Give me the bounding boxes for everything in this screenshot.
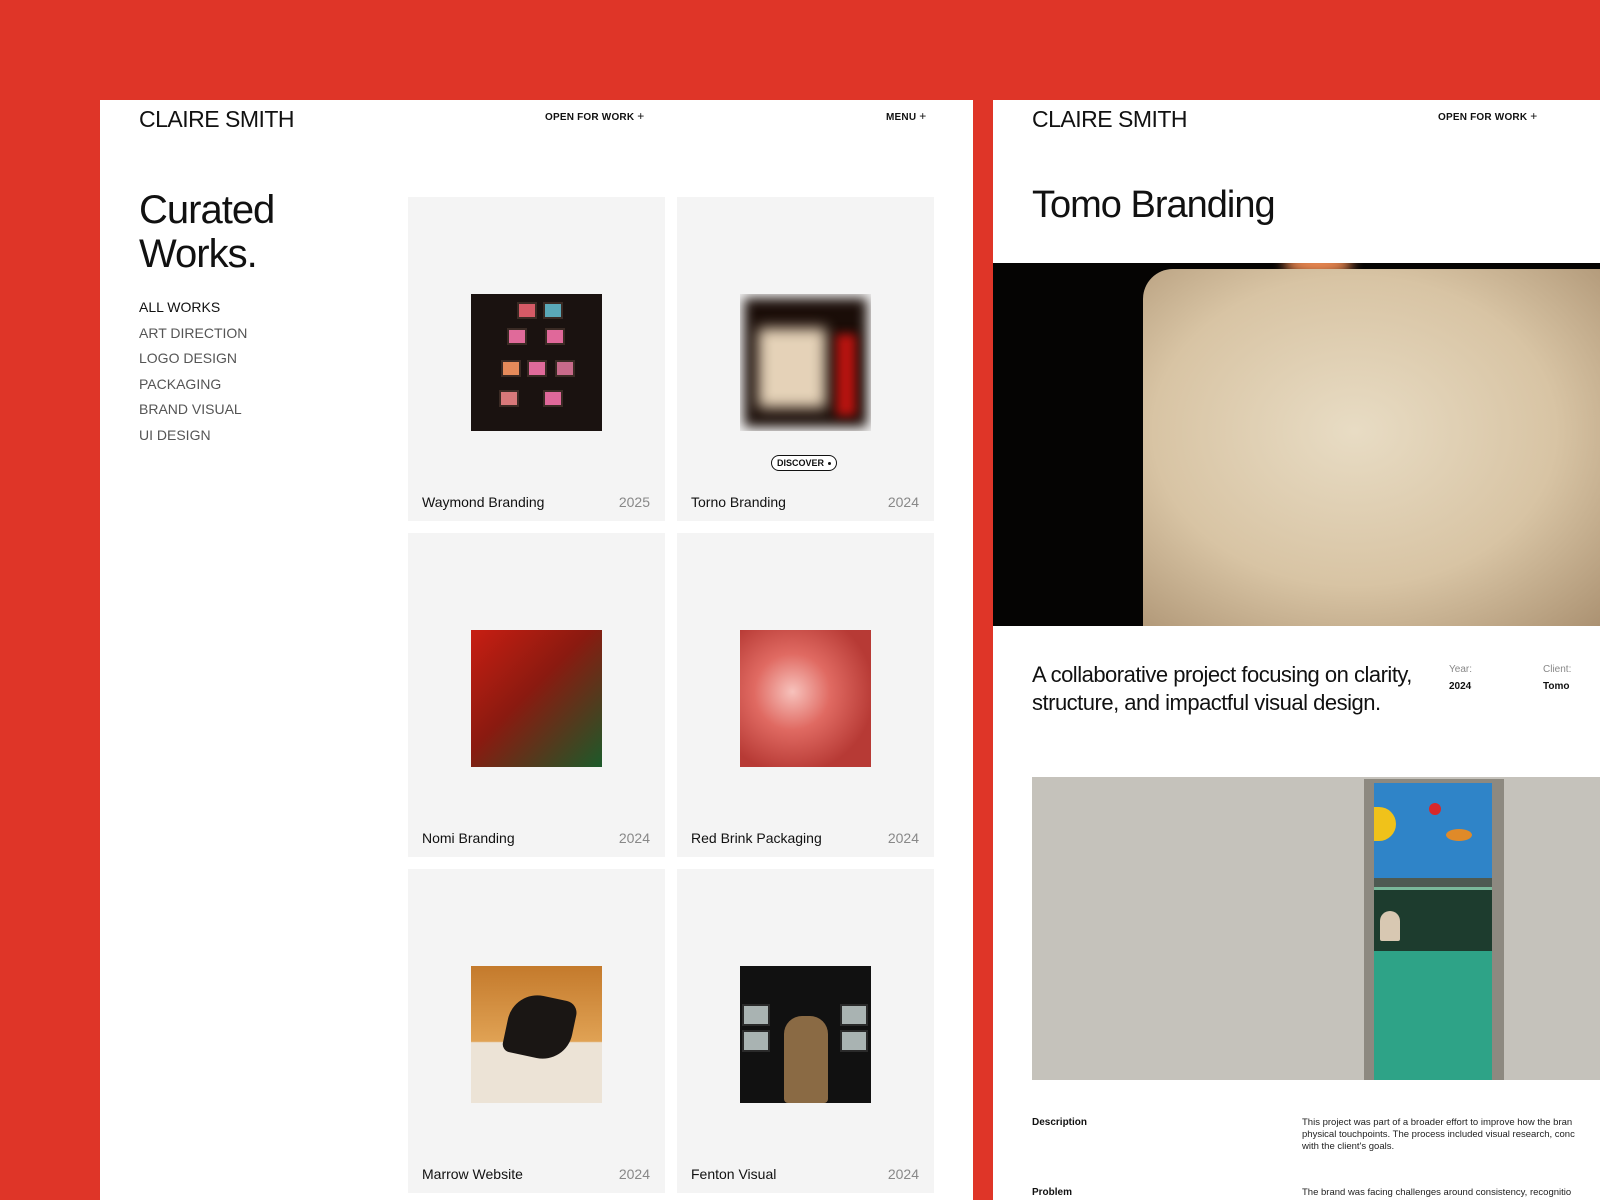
mural-fish-shape <box>1446 829 1472 841</box>
project-year: 2024 <box>887 830 919 846</box>
project-year: 2024 <box>618 830 650 846</box>
problem-text: The brand was facing challenges around c… <box>1302 1187 1572 1198</box>
project-title: Tomo Branding <box>1032 184 1276 226</box>
candle-shape <box>758 328 826 408</box>
filter-brand-visual[interactable]: BRAND VISUAL <box>139 401 247 427</box>
dot-icon <box>828 461 832 465</box>
description-line: This project was part of a broader effor… <box>1302 1117 1573 1128</box>
year-value: 2024 <box>1449 681 1472 692</box>
project-detail-page: CLAIRE SMITH OPEN FOR WORK + Tomo Brandin… <box>993 100 1600 1200</box>
project-year: 2024 <box>887 494 919 510</box>
taxi-body-shape <box>1374 951 1492 1080</box>
red-accent-shape <box>836 334 856 416</box>
mural-heart-shape <box>1429 803 1441 815</box>
project-card-nomi[interactable]: Nomi Branding 2024 <box>408 533 665 857</box>
site-logo[interactable]: CLAIRE SMITH <box>1032 106 1188 133</box>
project-thumbnail <box>471 966 602 1103</box>
description-line: physical touchpoints. The process includ… <box>1302 1129 1575 1140</box>
discover-label: DISCOVER <box>777 458 825 468</box>
window-view <box>1374 783 1492 1080</box>
project-name: Red Brink Packaging <box>691 830 822 846</box>
project-year: 2025 <box>618 494 650 510</box>
filter-art-direction[interactable]: ART DIRECTION <box>139 325 247 351</box>
project-thumbnail <box>471 630 602 767</box>
open-for-work-label: OPEN FOR WORK <box>1438 112 1528 123</box>
plus-icon: + <box>919 109 927 123</box>
discover-button[interactable]: DISCOVER <box>771 455 838 471</box>
page-title-line-2: Works. <box>139 232 258 276</box>
plus-icon: + <box>637 109 645 123</box>
project-client-meta: Client: Tomo <box>1543 664 1571 692</box>
filter-logo-design[interactable]: LOGO DESIGN <box>139 350 247 376</box>
project-year: 2024 <box>618 1166 650 1182</box>
project-name: Torno Branding <box>691 494 786 510</box>
project-thumbnail <box>740 966 871 1103</box>
person-shape <box>784 1016 828 1103</box>
figure-shape <box>501 989 579 1065</box>
project-thumbnail <box>740 294 871 431</box>
project-card-torno[interactable]: DISCOVER Torno Branding 2024 <box>677 197 934 521</box>
problem-label: Problem <box>1032 1187 1073 1198</box>
project-card-red-brink[interactable]: Red Brink Packaging 2024 <box>677 533 934 857</box>
project-name: Waymond Branding <box>422 494 545 510</box>
tv-shape <box>742 1004 770 1026</box>
filter-all-works[interactable]: ALL WORKS <box>139 299 247 325</box>
year-label: Year: <box>1449 664 1472 675</box>
project-card-fenton[interactable]: Fenton Visual 2024 <box>677 869 934 1193</box>
project-card-waymond[interactable]: Waymond Branding 2025 <box>408 197 665 521</box>
project-thumbnail <box>471 294 602 431</box>
plus-icon: + <box>1530 109 1538 123</box>
works-page: CLAIRE SMITH OPEN FOR WORK + MENU + Curate… <box>100 100 973 1200</box>
project-lead-text: A collaborative project focusing on clar… <box>1032 662 1412 715</box>
menu-label: MENU <box>886 112 917 123</box>
tv-shape <box>742 1030 770 1052</box>
page-title: Curated Works. <box>139 188 275 276</box>
hero-image <box>993 263 1600 626</box>
description-line: with the client's goals. <box>1302 1141 1395 1152</box>
project-year: 2024 <box>887 1166 919 1182</box>
filter-ui-design[interactable]: UI DESIGN <box>139 427 247 453</box>
description-label: Description <box>1032 1117 1088 1128</box>
project-thumbnail <box>740 630 871 767</box>
menu-button[interactable]: MENU + <box>886 109 926 123</box>
project-name: Fenton Visual <box>691 1166 777 1182</box>
project-card-marrow[interactable]: Marrow Website 2024 <box>408 869 665 1193</box>
driver-shape <box>1380 911 1400 941</box>
open-for-work-link[interactable]: OPEN FOR WORK + <box>545 109 644 123</box>
project-name: Marrow Website <box>422 1166 523 1182</box>
description-text: This project was part of a broader effor… <box>1302 1117 1600 1153</box>
category-filter-list: ALL WORKS ART DIRECTION LOGO DESIGN PACK… <box>139 299 247 452</box>
page-title-line-1: Curated <box>139 188 275 232</box>
open-for-work-label: OPEN FOR WORK <box>545 112 635 123</box>
filter-packaging[interactable]: PACKAGING <box>139 376 247 402</box>
client-label: Client: <box>1543 664 1572 675</box>
tv-shape <box>840 1030 868 1052</box>
candle-shape <box>1143 269 1600 626</box>
project-year-meta: Year: 2024 <box>1449 664 1472 692</box>
client-value: Tomo <box>1543 681 1570 692</box>
site-logo[interactable]: CLAIRE SMITH <box>139 106 295 133</box>
project-photo <box>1032 777 1600 1080</box>
tv-shape <box>840 1004 868 1026</box>
open-for-work-link[interactable]: OPEN FOR WORK + <box>1438 109 1537 123</box>
project-name: Nomi Branding <box>422 830 515 846</box>
